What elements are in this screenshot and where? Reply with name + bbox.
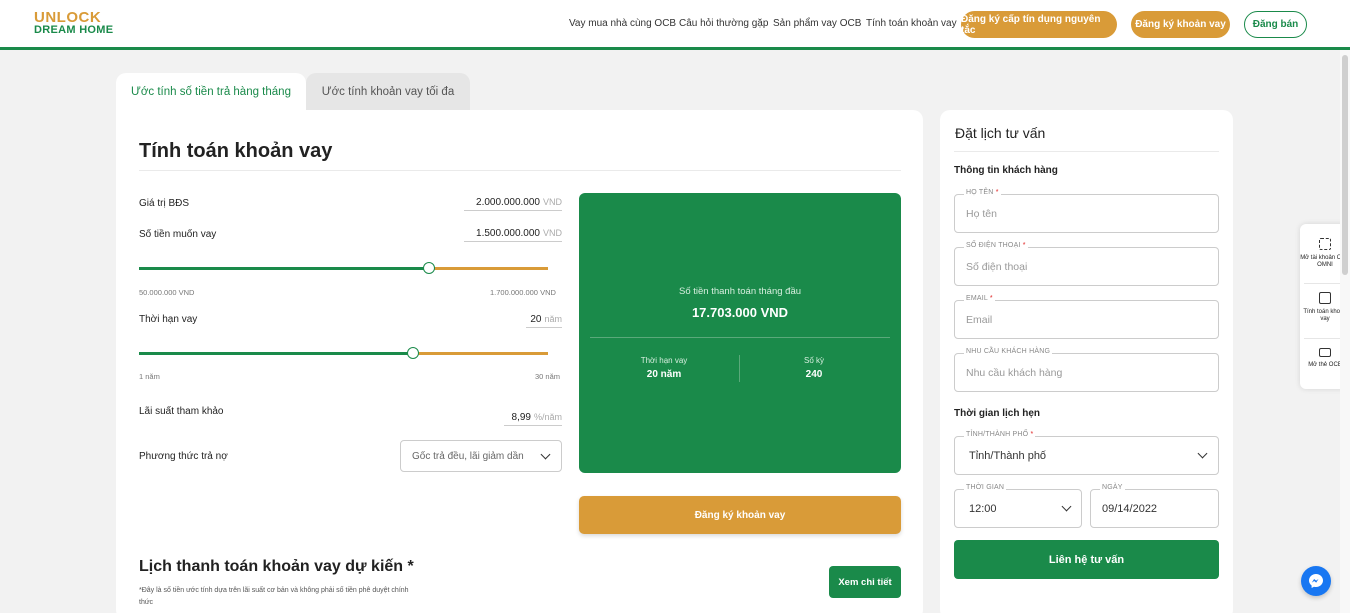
interest-rate-unit: %/năm	[533, 412, 562, 422]
loan-term-input[interactable]: 20 năm	[526, 314, 562, 328]
time-value: 12:00	[969, 503, 997, 515]
result-vertical-divider	[739, 355, 740, 382]
slider-fill	[139, 352, 413, 355]
loan-term-slider[interactable]	[139, 347, 548, 359]
nav-link-home-loan[interactable]: Vay mua nhà cùng OCB	[569, 18, 676, 29]
repayment-method-select[interactable]: Gốc trả đều, lãi giảm dần	[400, 440, 562, 472]
chevron-down-icon	[540, 449, 551, 460]
result-periods-label: Số kỳ	[803, 356, 824, 365]
first-payment-label: Số tiền thanh toán tháng đầu	[678, 286, 802, 297]
date-field-label: NGÀY	[1100, 484, 1125, 491]
interest-rate-input[interactable]: 8,99 %/năm	[504, 412, 562, 426]
qr-code-icon	[1319, 238, 1331, 250]
chevron-down-icon	[1197, 448, 1208, 459]
loan-amount-text: 1.500.000.000	[476, 228, 540, 239]
property-value-label: Giá trị BĐS	[139, 198, 190, 209]
customer-info-heading: Thông tin khách hàng	[954, 165, 1058, 176]
property-value-unit: VND	[542, 197, 562, 207]
divider	[139, 170, 901, 171]
loan-term-label: Thời hạn vay	[139, 314, 198, 325]
loan-term-unit: năm	[544, 314, 562, 324]
loan-min-label: 50.000.000 VND	[139, 288, 195, 297]
phone-placeholder: Số điện thoại	[966, 261, 1028, 273]
booking-title: Đặt lịch tư vấn	[955, 125, 1046, 141]
slider-thumb[interactable]	[423, 262, 435, 274]
first-payment-value: 17.703.000 VND	[691, 305, 789, 320]
email-placeholder: Email	[966, 314, 993, 326]
chevron-down-icon	[1061, 501, 1072, 512]
result-periods-value: 240	[805, 369, 823, 380]
phone-field-label: SỐ ĐIỆN THOẠI *	[964, 242, 1028, 249]
tab-monthly-payment[interactable]: Ước tính số tiền trả hàng tháng	[116, 73, 306, 111]
term-max-label: 30 năm	[535, 372, 561, 381]
city-value: Tỉnh/Thành phố	[969, 450, 1047, 462]
loan-term-text: 20	[530, 314, 542, 325]
email-field[interactable]: EMAIL * Email	[954, 295, 1219, 339]
calculator-card: Tính toán khoản vay Giá trị BĐS 2.000.00…	[116, 110, 923, 613]
card-icon	[1319, 348, 1331, 357]
booking-card: Đặt lịch tư vấn Thông tin khách hàng HỌ …	[940, 110, 1233, 613]
loan-amount-input[interactable]: 1.500.000.000 VND	[464, 228, 562, 242]
slider-track	[429, 267, 548, 270]
interest-rate-label: Lãi suất tham khảo	[139, 406, 224, 417]
repayment-method-value: Gốc trả đều, lãi giảm dần	[412, 450, 524, 462]
logo-bottom-text: DREAM HOME	[34, 24, 114, 36]
contact-advisor-button[interactable]: Liên hệ tư vấn	[954, 540, 1219, 579]
loan-amount-slider[interactable]	[139, 262, 548, 274]
calculator-icon	[1319, 292, 1331, 304]
slider-fill	[139, 267, 429, 270]
property-value-input[interactable]: 2.000.000.000 VND	[464, 197, 562, 211]
logo[interactable]: UNLOCK DREAM HOME	[34, 9, 114, 36]
sell-button[interactable]: Đăng bán	[1244, 11, 1307, 38]
messenger-chat-button[interactable]	[1301, 566, 1331, 596]
loan-max-label: 1.700.000.000 VND	[490, 288, 556, 297]
nav-link-faq[interactable]: Câu hỏi thường gặp	[679, 18, 768, 29]
result-divider	[590, 337, 890, 338]
term-min-label: 1 năm	[139, 372, 160, 381]
register-credit-button[interactable]: Đăng ký cấp tín dụng nguyên tắc	[961, 11, 1117, 38]
nav-link-products[interactable]: Sản phẩm vay OCB	[773, 18, 861, 29]
scrollbar-thumb[interactable]	[1342, 55, 1348, 275]
email-field-label: EMAIL *	[964, 295, 995, 302]
logo-top-text: UNLOCK	[34, 9, 102, 26]
divider	[954, 151, 1219, 152]
name-field-label: HỌ TÊN *	[964, 189, 1001, 196]
loan-amount-label: Số tiền muốn vay	[139, 229, 217, 240]
repayment-method-label: Phương thức trả nợ	[139, 451, 228, 462]
appointment-heading: Thời gian lịch hẹn	[954, 408, 1041, 419]
name-field[interactable]: HỌ TÊN * Họ tên	[954, 189, 1219, 233]
register-loan-button[interactable]: Đăng ký khoản vay	[579, 496, 901, 534]
page-title: Tính toán khoản vay	[139, 140, 333, 162]
name-placeholder: Họ tên	[966, 208, 997, 220]
nav-link-calculator[interactable]: Tính toán khoản vay	[866, 18, 957, 29]
time-select[interactable]: THỜI GIAN 12:00	[954, 484, 1082, 528]
result-term-value: 20 năm	[646, 369, 682, 380]
date-value: 09/14/2022	[1102, 503, 1158, 515]
city-field-label: TỈNH/THÀNH PHỐ *	[964, 431, 1036, 438]
need-field-label: NHU CẦU KHÁCH HÀNG	[964, 348, 1053, 355]
slider-track	[413, 352, 548, 355]
site-header: UNLOCK DREAM HOME Vay mua nhà cùng OCB C…	[0, 0, 1350, 50]
city-select[interactable]: TỈNH/THÀNH PHỐ * Tỉnh/Thành phố	[954, 431, 1219, 475]
messenger-icon	[1309, 574, 1323, 588]
loan-amount-unit: VND	[542, 228, 562, 238]
property-value-text: 2.000.000.000	[476, 197, 540, 208]
phone-field[interactable]: SỐ ĐIỆN THOẠI * Số điện thoại	[954, 242, 1219, 286]
need-placeholder: Nhu cầu khách hàng	[966, 367, 1063, 379]
view-detail-button[interactable]: Xem chi tiết	[829, 566, 901, 598]
result-term-label: Thời hạn vay	[640, 356, 688, 365]
slider-thumb[interactable]	[407, 347, 419, 359]
schedule-note: *Đây là số tiền ước tính dựa trên lãi su…	[139, 587, 409, 606]
interest-rate-text: 8,99	[511, 412, 531, 423]
time-field-label: THỜI GIAN	[964, 484, 1007, 491]
result-panel: Số tiền thanh toán tháng đầu 17.703.000 …	[579, 193, 901, 473]
schedule-title: Lịch thanh toán khoản vay dự kiến *	[139, 558, 414, 575]
tab-max-loan[interactable]: Ước tính khoản vay tối đa	[306, 73, 470, 111]
need-field[interactable]: NHU CẦU KHÁCH HÀNG Nhu cầu khách hàng	[954, 348, 1219, 392]
date-field[interactable]: NGÀY 09/14/2022	[1090, 484, 1219, 528]
register-loan-header-button[interactable]: Đăng ký khoản vay	[1131, 11, 1230, 38]
